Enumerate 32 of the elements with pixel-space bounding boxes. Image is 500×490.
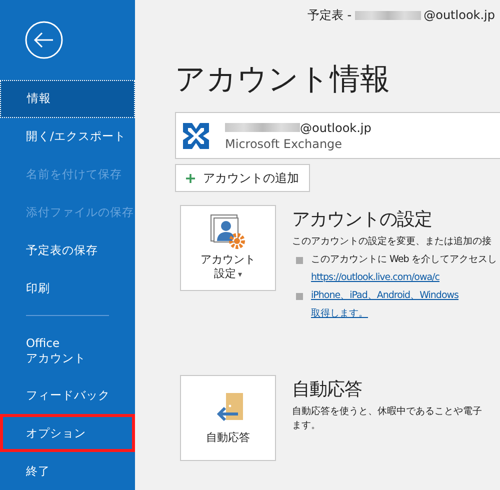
link[interactable]: https://outlook.live.com/owa/c [311, 271, 497, 285]
account-type: Microsoft Exchange [225, 136, 344, 150]
page-title: アカウント情報 [175, 61, 391, 99]
section-heading: アカウントの設定 [292, 208, 433, 231]
account-email: @outlook.jp [300, 120, 372, 134]
exchange-icon [181, 120, 211, 150]
sidebar-item[interactable]: 情報 [0, 80, 135, 118]
window-title: @outlook.jp [424, 8, 495, 22]
sidebar-item[interactable]: 予定表の保存 [0, 232, 135, 270]
link[interactable]: 取得します。 [311, 307, 458, 321]
sidebar-item[interactable]: 終了 [0, 452, 135, 490]
section-heading: 自動応答 [292, 378, 363, 401]
plus-icon [186, 174, 195, 182]
sidebar-item[interactable]: 印刷 [0, 269, 135, 308]
add-account-button[interactable]: アカウントの追加 [175, 164, 310, 192]
section-description: このアカウントの設定を変更、または追加の接 [292, 235, 492, 249]
sidebar-item[interactable]: オプション [0, 414, 135, 452]
section-description: 自動応答を使うと、休暇中であることや電子ます。 [292, 405, 483, 433]
sidebar-item[interactable]: フィードバック [0, 376, 135, 414]
account-gear-icon [210, 214, 246, 250]
sidebar-item[interactable]: Office アカウント [0, 326, 135, 376]
auto-reply-button[interactable]: 自動応答 [180, 375, 276, 461]
redacted-text [354, 10, 421, 20]
bullet-icon [296, 293, 303, 300]
back-icon[interactable] [24, 20, 64, 60]
bullet-text: このアカウントに Web を介してアクセスし [311, 253, 497, 267]
window-title: 予定表 - [307, 6, 352, 24]
account-settings-button[interactable]: アカウント 設定 ▾ [180, 205, 276, 291]
account-card[interactable]: @outlook.jp Microsoft Exchange [175, 112, 500, 159]
sidebar-item[interactable]: 開く/エクスポート [0, 118, 135, 156]
bullet-icon [296, 257, 303, 264]
link[interactable]: iPhone、iPad、Android、Windows [311, 289, 458, 303]
